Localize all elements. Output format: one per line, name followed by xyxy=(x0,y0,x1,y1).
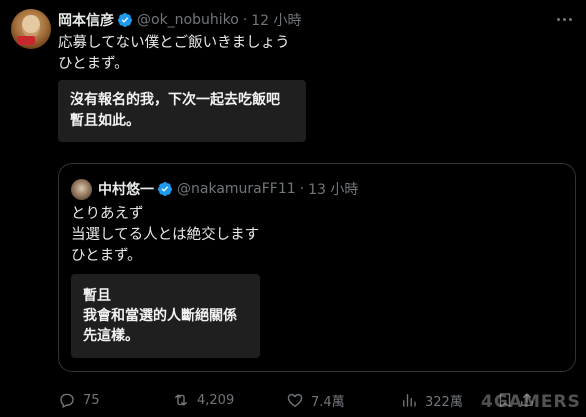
reply-icon xyxy=(60,393,74,409)
quoted-text-line: 当選してる人とは絶交します xyxy=(71,227,260,243)
quoted-translation-box: 暫且 我會和當選的人斷絕關係 先這樣。 xyxy=(71,274,260,358)
quoted-tweet[interactable]: 中村悠一 @nakamuraFF11 · 13 小時 とりあえず 当選してる人と… xyxy=(58,163,576,372)
tweet-header: 岡本信彦 @ok_nobuhiko · 12 小時 xyxy=(58,9,302,31)
tweet-text-line: 応募してない僕とご飯いきましょう xyxy=(58,35,290,51)
tweet-text-line: ひとまず。 xyxy=(58,56,129,72)
like-button[interactable]: 7.4萬 xyxy=(286,389,345,411)
translation-line: 先這樣。 xyxy=(83,328,139,344)
separator-dot: · xyxy=(242,12,248,28)
tweet-time[interactable]: 12 小時 xyxy=(251,10,301,30)
tweet-text: 応募してない僕とご飯いきましょう ひとまず。 xyxy=(58,33,290,75)
author-name[interactable]: 岡本信彦 xyxy=(58,10,114,30)
quoted-text-line: とりあえず xyxy=(71,206,144,222)
retweet-count: 4,209 xyxy=(197,392,235,408)
quoted-author-avatar[interactable] xyxy=(71,179,92,200)
more-icon[interactable] xyxy=(553,9,575,29)
quoted-tweet-text: とりあえず 当選してる人とは絶交します ひとまず。 xyxy=(71,204,259,267)
tweet[interactable]: 岡本信彦 @ok_nobuhiko · 12 小時 応募してない僕とご飯いきまし… xyxy=(0,0,586,417)
reply-count: 75 xyxy=(83,392,100,408)
translation-line: 暫且 xyxy=(83,288,111,304)
retweet-button[interactable]: 4,209 xyxy=(172,389,234,411)
verified-badge-icon xyxy=(157,182,172,196)
retweet-icon xyxy=(175,394,187,406)
like-count: 7.4萬 xyxy=(311,394,345,410)
author-handle[interactable]: @ok_nobuhiko xyxy=(137,12,239,28)
translation-line: 暫且如此。 xyxy=(70,113,140,129)
separator-dot: · xyxy=(299,181,305,197)
quoted-author-name: 中村悠一 xyxy=(98,182,154,198)
quoted-author-handle: @nakamuraFF11 xyxy=(177,181,296,197)
translation-line: 我會和當選的人斷絕關係 xyxy=(83,308,237,324)
heart-icon xyxy=(287,393,303,407)
verified-badge-icon xyxy=(117,13,132,27)
views-count: 322萬 xyxy=(425,394,463,410)
translation-box: 沒有報名的我，下次一起去吃飯吧 暫且如此。 xyxy=(58,80,306,142)
quoted-tweet-header: 中村悠一 @nakamuraFF11 · 13 小時 xyxy=(98,178,358,200)
views-button[interactable]: 322萬 xyxy=(400,389,463,411)
translation-line: 沒有報名的我，下次一起去吃飯吧 xyxy=(70,92,280,108)
reply-button[interactable]: 75 xyxy=(58,389,100,411)
watermark-logo: 4GAMERS xyxy=(481,392,581,412)
author-avatar[interactable] xyxy=(11,9,51,49)
quoted-text-line: ひとまず。 xyxy=(71,248,142,264)
views-icon xyxy=(403,394,416,407)
quoted-tweet-time: 13 小時 xyxy=(308,182,359,198)
